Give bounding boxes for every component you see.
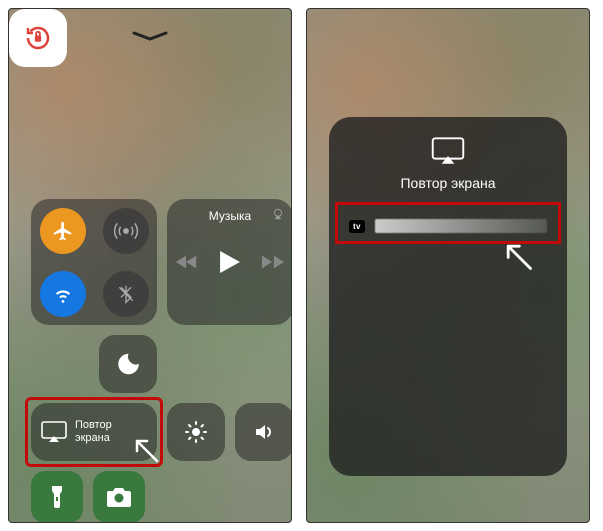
screen-mirroring-modal: Повтор экрана tv xyxy=(329,117,567,476)
airplay-audio-icon xyxy=(271,207,285,221)
device-name-redacted xyxy=(375,219,547,233)
wifi-toggle[interactable] xyxy=(40,271,86,317)
do-not-disturb-toggle[interactable] xyxy=(99,335,157,393)
chevron-down-icon[interactable] xyxy=(132,31,168,41)
play-icon[interactable] xyxy=(220,251,240,273)
bluetooth-toggle[interactable] xyxy=(103,271,149,317)
apple-tv-icon: tv xyxy=(349,220,365,233)
connectivity-group xyxy=(31,199,157,325)
rewind-icon[interactable] xyxy=(176,253,198,271)
camera-button[interactable] xyxy=(93,471,145,523)
mirroring-picker-screen: Повтор экрана tv xyxy=(306,8,590,523)
orientation-lock-toggle[interactable] xyxy=(9,9,67,67)
control-center-screen: Музыка Повтор экрана xyxy=(8,8,292,523)
annotation-arrow-icon xyxy=(497,235,535,273)
modal-title: Повтор экрана xyxy=(400,175,495,191)
airplane-mode-toggle[interactable] xyxy=(40,208,86,254)
volume-control[interactable] xyxy=(235,403,292,461)
brightness-control[interactable] xyxy=(167,403,225,461)
music-title: Музыка xyxy=(177,209,283,223)
flashlight-button[interactable] xyxy=(31,471,83,523)
annotation-arrow-icon xyxy=(127,431,161,465)
screen-mirroring-icon xyxy=(431,137,465,165)
screen-mirroring-icon xyxy=(41,421,67,443)
music-widget[interactable]: Музыка xyxy=(167,199,292,325)
forward-icon[interactable] xyxy=(262,253,284,271)
screen-mirroring-label: Повтор экрана xyxy=(75,419,112,444)
cellular-data-toggle[interactable] xyxy=(103,208,149,254)
